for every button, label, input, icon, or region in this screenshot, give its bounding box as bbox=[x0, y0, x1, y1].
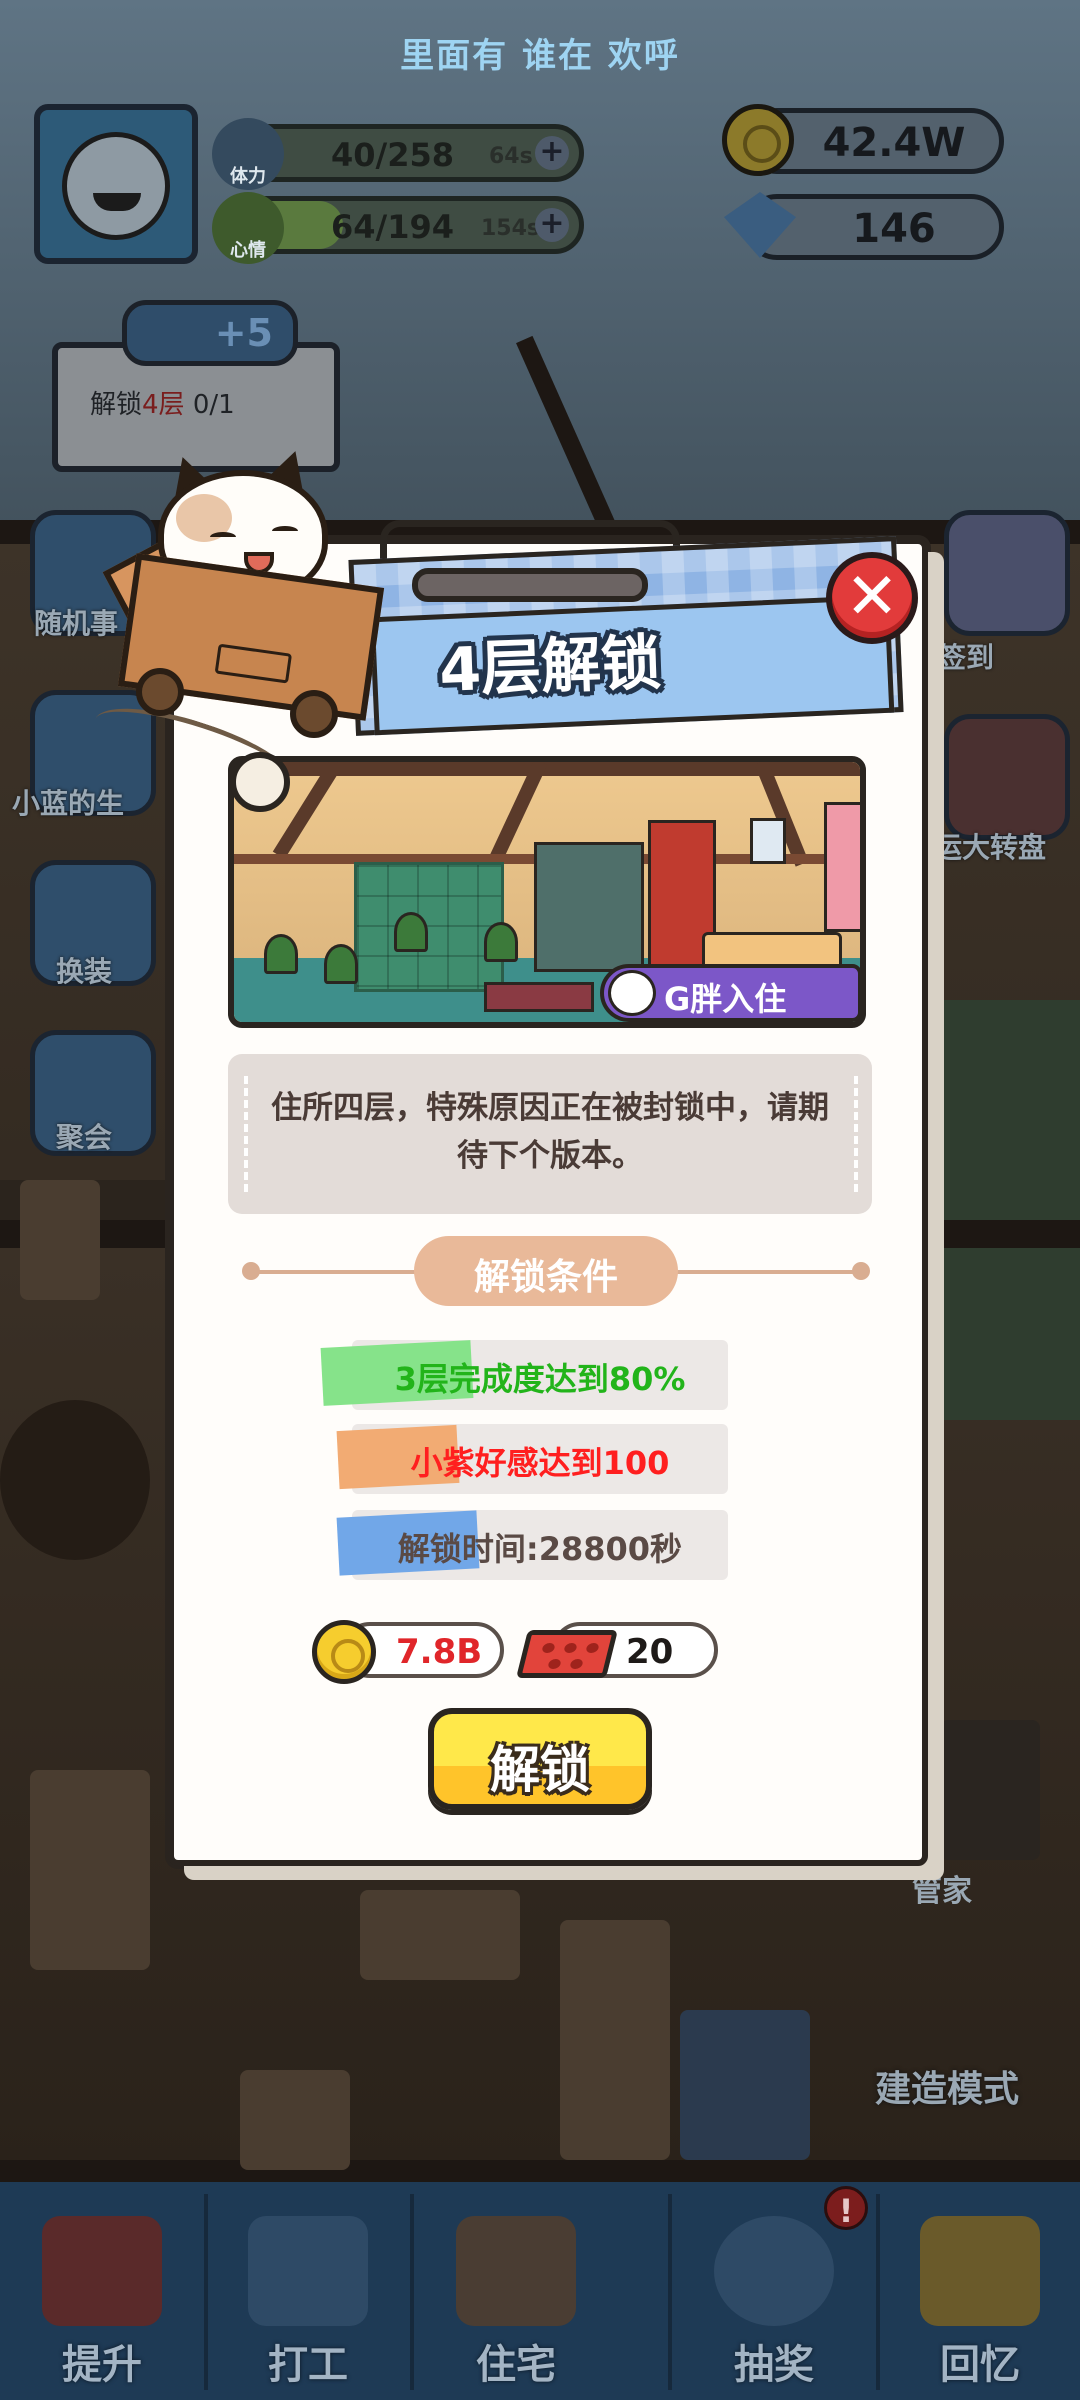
conditions-title: 解锁条件 bbox=[473, 1257, 618, 1298]
mood-add-button[interactable]: + bbox=[535, 208, 569, 242]
side-label-signin: 签到 bbox=[938, 641, 995, 674]
camera-icon bbox=[920, 2216, 1040, 2326]
divider-dot-left bbox=[242, 1262, 260, 1280]
unlock-button[interactable]: 解锁 bbox=[428, 1708, 652, 1810]
scrolling-message: 里面有 谁在 欢呼 bbox=[400, 36, 680, 76]
mood-heart-icon: 心情 bbox=[212, 192, 284, 264]
gold-coin-icon bbox=[312, 1620, 376, 1684]
condition-text: 3层完成度达到80% bbox=[394, 1360, 686, 1398]
close-button[interactable]: ✕ bbox=[826, 552, 918, 644]
gacha-machine-icon bbox=[714, 2216, 834, 2326]
player-avatar[interactable] bbox=[34, 104, 198, 264]
condition-row: 小紫好感达到100 bbox=[336, 1424, 728, 1494]
tab-upgrade[interactable]: 提升 bbox=[0, 2182, 204, 2400]
tab-memories[interactable]: 回忆 bbox=[878, 2182, 1080, 2400]
mood-label: 心情 bbox=[230, 240, 266, 261]
unlock-button-label: 解锁 bbox=[490, 1741, 590, 1799]
box-wheel-right bbox=[290, 690, 338, 738]
avatar-face-icon bbox=[62, 132, 170, 240]
side-label-party: 聚会 bbox=[56, 1121, 113, 1154]
floor-description: 住所四层，特殊原因正在被封锁中，请期待下个版本。 bbox=[271, 1090, 829, 1174]
condition-row: 3层完成度达到80% bbox=[320, 1340, 728, 1410]
side-label-random: 随机事 bbox=[34, 607, 119, 640]
condition-text: 解锁时间:28800秒 bbox=[397, 1530, 683, 1568]
side-label-dressup: 换装 bbox=[56, 955, 113, 988]
conditions-header: 解锁条件 bbox=[414, 1236, 678, 1306]
resident-face-icon bbox=[608, 970, 656, 1016]
resident-tag-text: G胖入住 bbox=[664, 980, 787, 1018]
quest-reward-badge: +5 bbox=[122, 300, 298, 366]
brick-cost-value: 20 bbox=[626, 1632, 674, 1672]
divider-dot-right bbox=[852, 1262, 870, 1280]
coin-icon bbox=[722, 104, 794, 176]
quest-bonus: +5 bbox=[214, 311, 273, 355]
condition-row: 解锁时间:28800秒 bbox=[336, 1510, 728, 1580]
preview-hang-tag bbox=[230, 752, 290, 812]
stamina-add-button[interactable]: + bbox=[535, 136, 569, 170]
tab-residence[interactable]: 住宅 bbox=[414, 2182, 618, 2400]
side-label-wheel: 运大转盘 bbox=[934, 831, 1047, 864]
stamina-dumbbell-icon: 体力 bbox=[212, 118, 284, 190]
dialog-title: 4层解锁 bbox=[438, 628, 663, 706]
description-ticket: 住所四层，特殊原因正在被封锁中，请期待下个版本。 bbox=[228, 1054, 872, 1214]
computer-icon bbox=[248, 2216, 368, 2326]
clip-bar bbox=[412, 568, 648, 602]
book-icon bbox=[42, 2216, 162, 2326]
resident-tag: G胖入住 bbox=[600, 964, 862, 1022]
build-mode-button[interactable]: 建造模式 bbox=[875, 2060, 1019, 2112]
lucky-wheel-button[interactable] bbox=[944, 714, 1070, 840]
stamina-value: 40/258 bbox=[331, 136, 455, 174]
coin-cost-value: 7.8B bbox=[396, 1632, 483, 1672]
sign-in-button[interactable] bbox=[944, 510, 1070, 636]
bottom-nav: 提升 打工 住宅 抽奖 回忆 bbox=[0, 2182, 1080, 2400]
cat-eye-left bbox=[210, 532, 236, 542]
side-label-life: 小蓝的生 bbox=[12, 787, 125, 820]
quest-text: 解锁4层 0/1 bbox=[90, 390, 235, 420]
stamina-timer: 64s bbox=[489, 144, 533, 169]
cat-eye-right bbox=[272, 526, 298, 536]
mood-value: 64/194 bbox=[331, 208, 455, 246]
tab-work[interactable]: 打工 bbox=[206, 2182, 410, 2400]
lottery-alert-badge: ! bbox=[824, 2186, 868, 2230]
room-icon bbox=[456, 2216, 576, 2326]
box-wheel-left bbox=[136, 668, 184, 716]
stamina-label: 体力 bbox=[230, 166, 266, 187]
brick-icon bbox=[516, 1630, 618, 1678]
mood-timer: 154s bbox=[481, 216, 541, 241]
condition-text: 小紫好感达到100 bbox=[410, 1444, 670, 1482]
